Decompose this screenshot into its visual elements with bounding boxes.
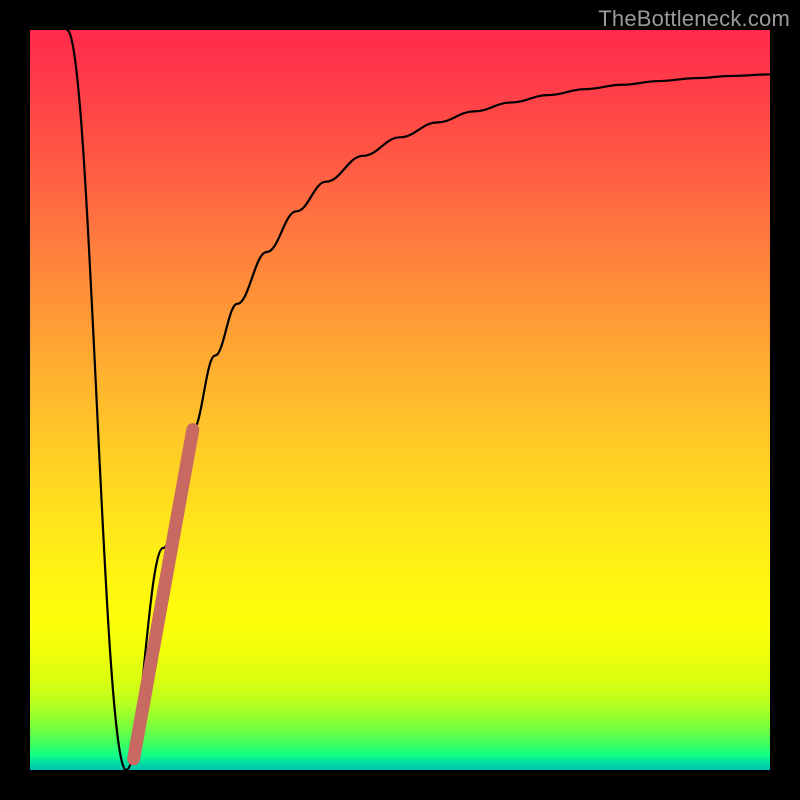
highlight-marker xyxy=(134,430,193,759)
watermark-text: TheBottleneck.com xyxy=(598,6,790,32)
plot-area xyxy=(30,30,770,770)
bottleneck-curve xyxy=(67,30,770,770)
chart-lines-svg xyxy=(30,30,770,770)
chart-stage: TheBottleneck.com xyxy=(0,0,800,800)
